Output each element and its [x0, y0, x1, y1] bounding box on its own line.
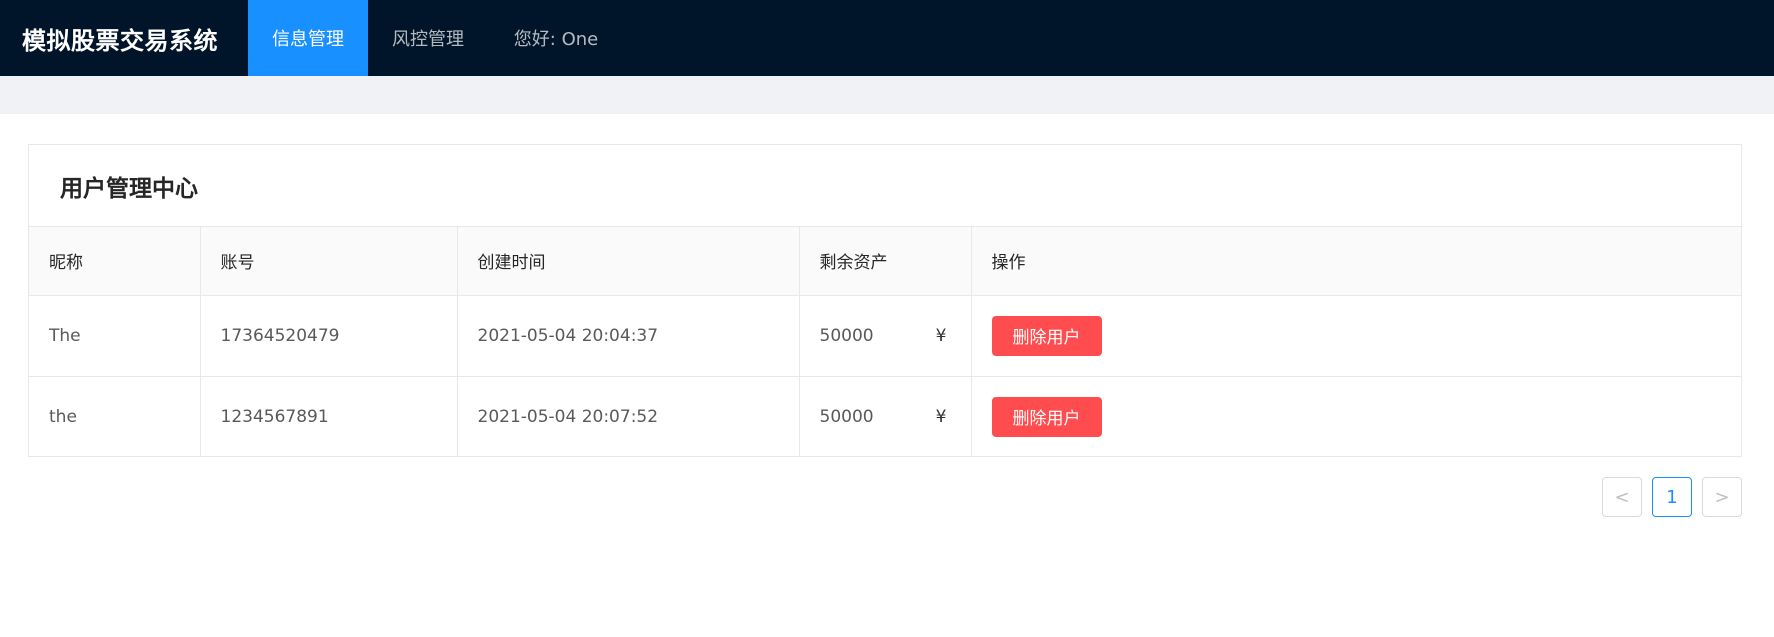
col-header-account: 账号 — [200, 227, 458, 296]
table-header-row: 昵称 账号 创建时间 剩余资产 操作 — [29, 227, 1741, 296]
cell-created: 2021-05-04 20:07:52 — [457, 376, 800, 457]
cell-assets: 50000 ¥ — [799, 376, 972, 457]
nav-user-greeting[interactable]: 您好: One — [488, 0, 624, 76]
currency-symbol: ¥ — [935, 406, 947, 427]
cell-account: 17364520479 — [200, 295, 458, 377]
asset-value: 50000 — [819, 325, 874, 346]
table-row: the 1234567891 2021-05-04 20:07:52 50000… — [29, 376, 1741, 457]
cell-nickname: the — [29, 376, 201, 457]
next-page-button[interactable]: > — [1702, 477, 1742, 517]
cell-assets: 50000 ¥ — [799, 295, 972, 377]
cell-nickname: The — [29, 295, 201, 377]
breadcrumb-band — [0, 76, 1774, 114]
cell-actions: 删除用户 — [971, 295, 1741, 377]
user-management-card: 用户管理中心 昵称 账号 创建时间 剩余资产 操作 The 1736452047… — [28, 144, 1742, 457]
col-header-assets: 剩余资产 — [799, 227, 972, 296]
delete-user-button[interactable]: 删除用户 — [991, 315, 1102, 356]
app-title: 模拟股票交易系统 — [22, 26, 218, 55]
delete-user-button[interactable]: 删除用户 — [991, 396, 1102, 437]
nav-risk-management[interactable]: 风控管理 — [368, 0, 488, 76]
currency-symbol: ¥ — [935, 325, 947, 346]
col-header-created: 创建时间 — [457, 227, 800, 296]
cell-account: 1234567891 — [200, 376, 458, 457]
prev-page-button[interactable]: < — [1602, 477, 1642, 517]
cell-actions: 删除用户 — [971, 376, 1741, 457]
cell-created: 2021-05-04 20:04:37 — [457, 295, 800, 377]
user-table: 昵称 账号 创建时间 剩余资产 操作 The 17364520479 2021-… — [29, 227, 1741, 457]
asset-value: 50000 — [819, 406, 874, 427]
col-header-actions: 操作 — [971, 227, 1741, 296]
pagination: < 1 > — [1602, 477, 1742, 517]
table-row: The 17364520479 2021-05-04 20:04:37 5000… — [29, 295, 1741, 377]
nav-info-management[interactable]: 信息管理 — [248, 0, 368, 76]
col-header-nickname: 昵称 — [29, 227, 201, 296]
top-header: 模拟股票交易系统 信息管理 风控管理 您好: One — [0, 0, 1774, 76]
card-title: 用户管理中心 — [29, 145, 1741, 227]
page-number-button[interactable]: 1 — [1652, 477, 1692, 517]
